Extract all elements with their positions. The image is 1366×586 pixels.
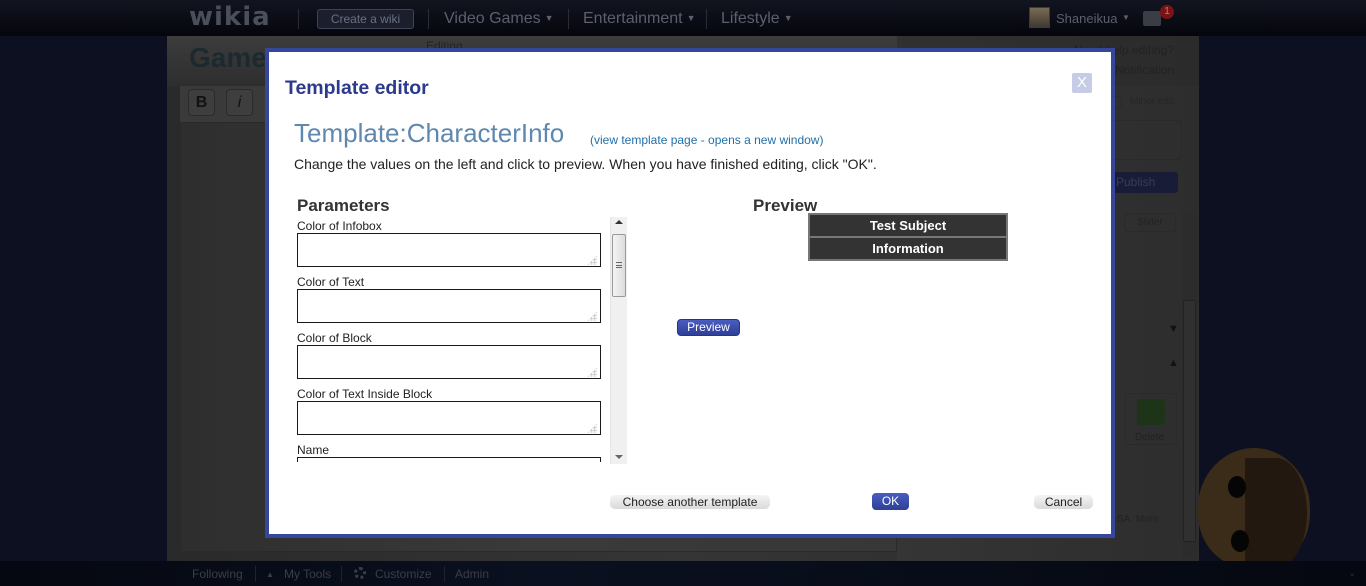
- caret-up-icon[interactable]: ▲: [266, 570, 274, 579]
- nav-divider: [706, 9, 707, 29]
- parameter-label: Color of Block: [297, 331, 372, 345]
- collapse-up-icon[interactable]: ▲: [1168, 357, 1179, 369]
- toolbar-divider: [255, 566, 256, 582]
- parameter-field: Color of Block: [297, 329, 627, 385]
- notification-link[interactable]: Notification: [1115, 63, 1174, 77]
- italic-button[interactable]: i: [226, 89, 253, 116]
- following-link[interactable]: Following: [192, 567, 243, 581]
- notifications-icon[interactable]: [1143, 11, 1161, 26]
- chevron-down-icon: ▼: [783, 13, 793, 23]
- hub-label: Lifestyle: [721, 10, 780, 27]
- license-more-link[interactable]: SA. More: [1117, 514, 1159, 525]
- color-of-text-input[interactable]: [297, 289, 601, 323]
- user-name[interactable]: Shaneikua: [1056, 11, 1117, 26]
- minor-edit-label: Minor edit: [1130, 96, 1174, 107]
- instructions-text: Change the values on the left and click …: [294, 156, 877, 172]
- name-input[interactable]: [297, 457, 601, 462]
- wikia-logo[interactable]: wikia: [189, 2, 271, 32]
- avatar[interactable]: [1029, 7, 1050, 28]
- parameters-scrollbar[interactable]: [610, 217, 627, 464]
- hub-label: Entertainment: [583, 10, 683, 27]
- hub-entertainment[interactable]: Entertainment ▼: [583, 10, 696, 28]
- hub-video-games[interactable]: Video Games ▼: [444, 10, 554, 28]
- my-tools-menu[interactable]: My Tools: [284, 567, 331, 581]
- preview-infobox: Test Subject Information: [808, 213, 1008, 261]
- scrollbar-thumb[interactable]: [612, 234, 626, 297]
- template-editor-modal: Template editor X Template:CharacterInfo…: [265, 48, 1115, 538]
- mascot-eye: [1231, 530, 1249, 552]
- color-of-text-inside-block-input[interactable]: [297, 401, 601, 435]
- close-button[interactable]: X: [1072, 73, 1092, 93]
- toolbar-divider: [341, 566, 342, 582]
- parameter-field: Color of Text: [297, 273, 627, 329]
- publish-button[interactable]: Publish: [1110, 172, 1178, 193]
- bold-button[interactable]: B: [188, 89, 215, 116]
- nav-divider: [298, 9, 299, 29]
- collapse-down-icon[interactable]: ▼: [1168, 323, 1179, 335]
- customize-link[interactable]: Customize: [375, 567, 432, 581]
- modal-body: Template editor X Template:CharacterInfo…: [269, 52, 1111, 534]
- template-name: Template:CharacterInfo: [294, 118, 565, 148]
- global-navigation: wikia Create a wiki Video Games ▼ Enterta…: [0, 0, 1366, 36]
- parameter-field: Color of Infobox: [297, 217, 627, 273]
- choose-another-template-button[interactable]: Choose another template: [610, 495, 770, 509]
- parameters-heading: Parameters: [297, 196, 390, 215]
- parameter-label: Color of Text: [297, 275, 365, 289]
- create-wiki-button[interactable]: Create a wiki: [317, 9, 414, 29]
- slider-button[interactable]: Slider: [1124, 213, 1176, 232]
- scroll-down-icon[interactable]: [615, 455, 623, 459]
- parameter-field: Name: [297, 441, 627, 462]
- parameter-label: Color of Infobox: [297, 219, 382, 233]
- color-of-infobox-input[interactable]: [297, 233, 601, 267]
- ok-button[interactable]: OK: [872, 493, 909, 510]
- notification-badge: 1: [1160, 5, 1174, 19]
- close-icon: X: [1076, 74, 1087, 91]
- hub-label: Video Games: [444, 10, 541, 27]
- chevron-down-icon: ▼: [686, 13, 696, 23]
- cancel-button[interactable]: Cancel: [1034, 495, 1093, 509]
- mascot-hair: [1245, 458, 1307, 568]
- parameter-field: Color of Text Inside Block: [297, 385, 627, 441]
- chevron-down-icon: ▼: [544, 13, 554, 23]
- parameter-label: Color of Text Inside Block: [297, 387, 433, 401]
- rail-scrollbar-thumb[interactable]: [1183, 300, 1196, 542]
- nav-divider: [428, 9, 429, 29]
- infobox-info-row: Information: [810, 238, 1006, 259]
- scroll-up-icon[interactable]: [615, 220, 623, 224]
- toolbar-divider: [444, 566, 445, 582]
- delete-label: Delete: [1135, 432, 1164, 443]
- mascot-eye: [1228, 476, 1246, 498]
- puzzle-piece-icon: [1137, 399, 1165, 425]
- parameters-list: Color of Infobox Color of Text Color of …: [297, 217, 627, 462]
- parameter-label: Name: [297, 443, 330, 457]
- color-of-block-input[interactable]: [297, 345, 601, 379]
- nav-divider: [568, 9, 569, 29]
- double-chevron-down-icon[interactable]: ⌄: [1348, 568, 1356, 579]
- gear-icon: [354, 567, 366, 579]
- admin-link[interactable]: Admin: [455, 567, 489, 581]
- hub-lifestyle[interactable]: Lifestyle ▼: [721, 10, 793, 28]
- modal-title: Template editor: [285, 77, 429, 99]
- infobox-title-row: Test Subject: [810, 215, 1006, 236]
- chevron-down-icon[interactable]: ▼: [1122, 13, 1130, 22]
- grip-icon: [616, 262, 622, 268]
- view-template-page-link[interactable]: (view template page - opens a new window…: [590, 133, 823, 147]
- edit-summary-input[interactable]: [1110, 120, 1182, 160]
- page-title: Game: [189, 42, 267, 73]
- preview-button[interactable]: Preview: [677, 319, 740, 336]
